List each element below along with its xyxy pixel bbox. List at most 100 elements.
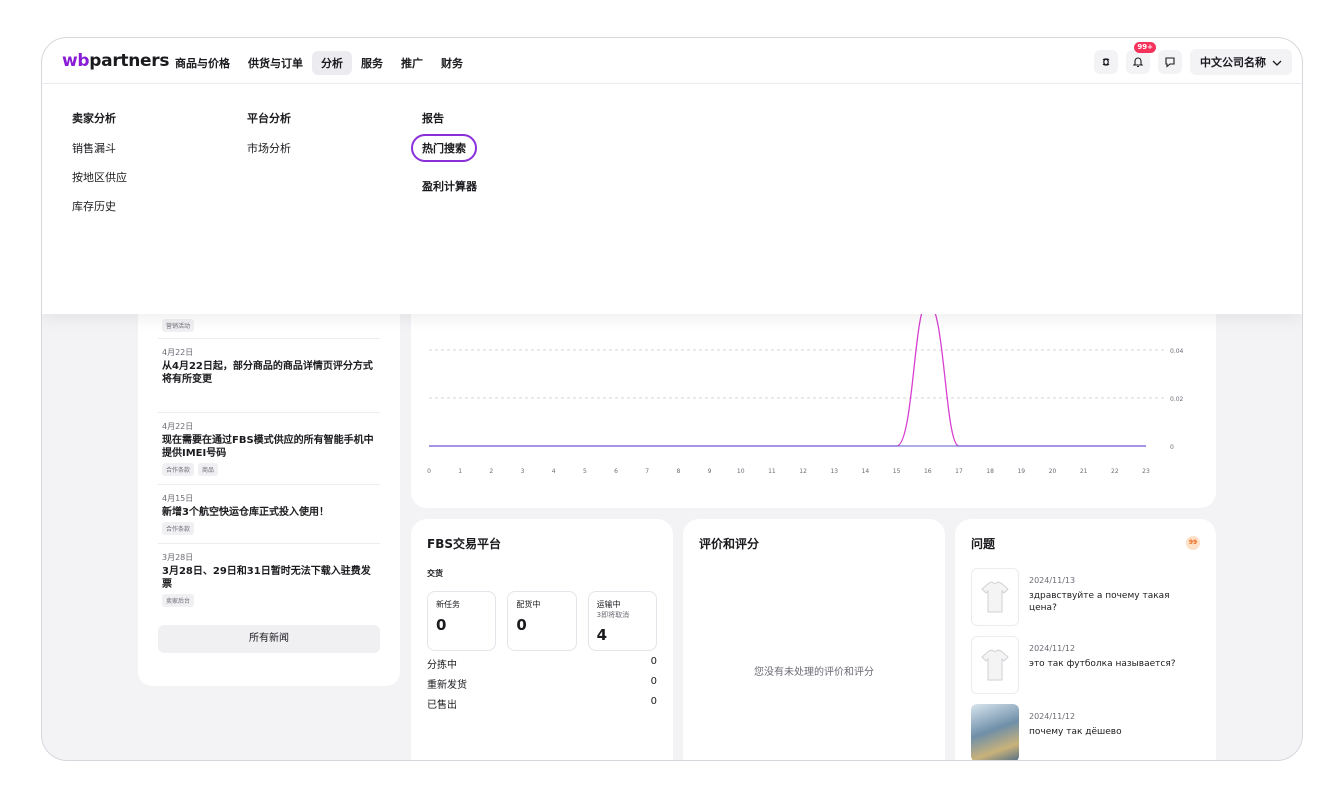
menu-item-market-analytics[interactable]: 市场分析 [247, 140, 291, 156]
news-tag: 合作条款 [162, 463, 195, 476]
x-tick-label: 2 [489, 468, 493, 475]
menu-item-popular-searches[interactable]: 热门搜索 [411, 134, 477, 162]
tshirt-icon [971, 636, 1019, 694]
logo[interactable]: wbpartners [62, 51, 169, 71]
nav-promotion[interactable]: 推广 [392, 51, 432, 75]
x-tick-label: 7 [645, 468, 649, 475]
questions-count-badge: 99 [1186, 536, 1200, 550]
toolbar-right: 99+ 中文公司名称 [1094, 42, 1292, 75]
row-label: 分拣中 [427, 660, 457, 671]
chat-icon[interactable] [1158, 50, 1182, 74]
x-tick-label: 5 [583, 468, 587, 475]
question-item[interactable]: 2024/11/13 здравствуйте а почему такая ц… [971, 568, 1200, 626]
y-tick-label: 0.02 [1170, 396, 1184, 403]
nav-supplies-orders[interactable]: 供货与订单 [239, 51, 312, 75]
x-tick-label: 17 [955, 468, 963, 475]
nav-analytics[interactable]: 分析 [312, 51, 352, 75]
stat-label: 运输中 [596, 600, 621, 609]
news-title: 从4月22日起，部分商品的商品详情页评分方式将有所变更 [162, 361, 373, 385]
stat-picking[interactable]: 配货中 0 [507, 591, 577, 651]
menu-item-profit-calculator[interactable]: 盈利计算器 [422, 178, 477, 194]
x-tick-label: 9 [708, 468, 712, 475]
fbs-row-reshipping[interactable]: 重新发货 0 [427, 676, 657, 691]
nav-finance[interactable]: 财务 [432, 51, 472, 75]
stat-value: 4 [596, 626, 608, 644]
news-tag: 营销活动 [162, 319, 195, 332]
reviews-card: 评价和评分 您没有未处理的评价和评分 [683, 519, 945, 760]
row-value: 0 [650, 656, 657, 667]
stat-label: 配货中 [516, 600, 541, 609]
question-date: 2024/11/12 [1029, 712, 1076, 721]
x-tick-label: 10 [737, 468, 745, 475]
menu-item-regional-supply[interactable]: 按地区供应 [72, 169, 127, 185]
fbs-title: FBS交易平台 [427, 537, 501, 551]
x-tick-label: 19 [1017, 468, 1025, 475]
logo-wb: wb [62, 51, 90, 71]
fbs-stats: 新任务 0 配货中 0 运输中 3即将取消 4 [427, 591, 657, 651]
menu-heading-seller-analytics[interactable]: 卖家分析 [72, 110, 127, 126]
company-selector[interactable]: 中文公司名称 [1190, 49, 1292, 75]
x-tick-label: 3 [521, 468, 525, 475]
menu-item-sales-funnel[interactable]: 销售漏斗 [72, 140, 127, 156]
x-tick-label: 14 [862, 468, 870, 475]
news-item[interactable]: 4月22日 从4月22日起，部分商品的商品详情页评分方式将有所变更 [158, 339, 380, 413]
x-tick-label: 0 [427, 468, 431, 475]
fbs-row-sorting[interactable]: 分拣中 0 [427, 656, 657, 671]
nav-services[interactable]: 服务 [352, 51, 392, 75]
stat-new-tasks[interactable]: 新任务 0 [427, 591, 497, 651]
main-nav: 商品与价格 供货与订单 分析 服务 推广 财务 [166, 51, 472, 75]
news-tag: 卖家后台 [162, 594, 195, 607]
x-tick-label: 16 [924, 468, 932, 475]
logo-text: partners [89, 51, 170, 71]
fbs-row-sold[interactable]: 已售出 0 [427, 696, 657, 711]
row-value: 0 [650, 676, 657, 687]
company-name: 中文公司名称 [1200, 56, 1266, 69]
x-tick-label: 20 [1049, 468, 1057, 475]
series-line [429, 301, 1146, 447]
question-item[interactable]: 2024/11/12 почему так дёшево [971, 704, 1200, 760]
x-tick-label: 8 [676, 468, 680, 475]
menu-column-platform-analytics: 平台分析 市场分析 [247, 110, 291, 169]
question-item[interactable]: 2024/11/12 это так футболка называется? [971, 636, 1200, 694]
x-tick-label: 15 [893, 468, 901, 475]
x-tick-label: 21 [1080, 468, 1088, 475]
news-item[interactable]: 4月15日 新增3个航空快运仓库正式投入使用！ 合作条款 [158, 485, 380, 544]
notifications-badge: 99+ [1134, 42, 1156, 53]
news-panel: 营销活动 4月22日 从4月22日起，部分商品的商品详情页评分方式将有所变更 4… [138, 288, 400, 686]
stat-in-transit[interactable]: 运输中 3即将取消 4 [587, 591, 657, 651]
chevron-down-icon [1272, 56, 1282, 69]
all-news-button[interactable]: 所有新闻 [158, 625, 380, 653]
news-tag: 商品 [198, 463, 219, 476]
questions-title: 问题 [971, 537, 996, 551]
menu-heading-platform-analytics[interactable]: 平台分析 [247, 110, 291, 126]
x-tick-label: 11 [768, 468, 776, 475]
menu-column-seller-analytics: 卖家分析 销售漏斗 按地区供应 库存历史 [72, 110, 127, 227]
news-title: 3月28日、29日和31日暂时无法下载入驻费发票 [162, 566, 371, 590]
news-item[interactable]: 3月28日 3月28日、29日和31日暂时无法下载入驻费发票 卖家后台 [158, 544, 380, 615]
news-date: 4月22日 [162, 422, 194, 431]
app-window: wbpartners 商品与价格 供货与订单 分析 服务 推广 财务 99+ 中… [41, 37, 1303, 761]
news-item[interactable]: 4月22日 现在需要在通过FBS模式供应的所有智能手机中提供IMEI号码 合作条… [158, 413, 380, 485]
menu-heading-reports[interactable]: 报告 [422, 110, 477, 126]
reviews-title: 评价和评分 [699, 537, 760, 551]
cashback-icon[interactable] [1094, 50, 1118, 74]
row-label: 重新发货 [427, 680, 467, 691]
line-chart: 00.020.040 1 2 3 4 5 6 7 8 9 10 11 12 13 14 15 16 17 18 19 2… [427, 301, 1184, 475]
question-date: 2024/11/12 [1029, 644, 1076, 653]
fbs-subtitle: 交货 [427, 569, 443, 578]
top-bar: wbpartners 商品与价格 供货与订单 分析 服务 推广 财务 99+ 中… [42, 38, 1302, 84]
x-tick-label: 18 [986, 468, 994, 475]
bell-icon[interactable]: 99+ [1126, 42, 1156, 74]
question-text: это так футболка называется? [1029, 659, 1176, 669]
question-text: здравствуйте а почему такая цена? [1029, 591, 1170, 613]
y-tick-label: 0.04 [1170, 348, 1184, 355]
y-tick-label: 0 [1170, 444, 1174, 451]
x-tick-label: 6 [614, 468, 618, 475]
chart-card: 0 0.02 0.04 0 1 2 3 4 5 6 7 8 9 10 11 12 13 14 15 16 17 18 19 2… [411, 288, 1216, 508]
tshirt-icon [971, 568, 1019, 626]
nav-goods-prices[interactable]: 商品与价格 [166, 51, 239, 75]
menu-item-stock-history[interactable]: 库存历史 [72, 198, 127, 214]
news-date: 4月15日 [162, 494, 194, 503]
news-title: 现在需要在通过FBS模式供应的所有智能手机中提供IMEI号码 [162, 435, 374, 459]
x-tick-label: 13 [830, 468, 838, 475]
